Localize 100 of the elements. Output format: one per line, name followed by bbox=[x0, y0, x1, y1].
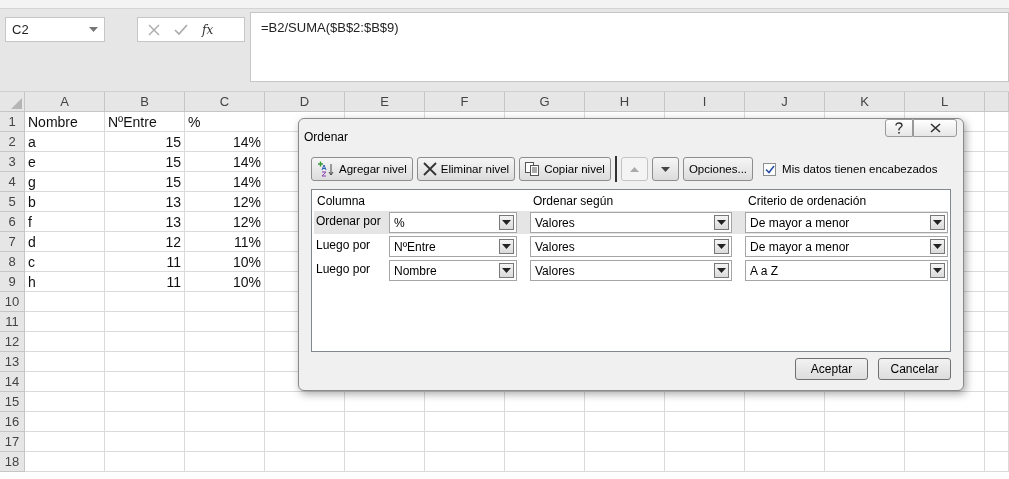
close-icon bbox=[929, 123, 941, 133]
table-cell: f bbox=[25, 212, 105, 232]
table-cell: 11 bbox=[105, 252, 185, 272]
table-cell: c bbox=[25, 252, 105, 272]
row-header[interactable]: 17 bbox=[0, 432, 25, 452]
column-heading: Columna bbox=[316, 194, 367, 209]
column-header[interactable]: G bbox=[505, 92, 585, 112]
dropdown-field[interactable]: Valores bbox=[530, 260, 732, 282]
caret-icon bbox=[502, 244, 511, 250]
toolbar-button[interactable]: Eliminar nivel bbox=[416, 157, 516, 182]
table-cell: e bbox=[25, 152, 105, 172]
table-cell: 14% bbox=[185, 172, 265, 192]
dialog-button[interactable]: Cancelar bbox=[878, 358, 951, 380]
column-header[interactable]: J bbox=[745, 92, 825, 112]
row-header[interactable]: 13 bbox=[0, 352, 25, 372]
row-header[interactable]: 18 bbox=[0, 452, 25, 472]
sort-level-row[interactable]: Ordenar por % Valores De mayor a menor bbox=[314, 211, 948, 235]
toolbar-button[interactable]: Agregar nivel bbox=[311, 157, 413, 182]
table-cell: g bbox=[25, 172, 105, 192]
column-header[interactable]: F bbox=[425, 92, 505, 112]
table-cell: 14% bbox=[185, 132, 265, 152]
dropdown-field[interactable]: De mayor a menor bbox=[745, 212, 948, 234]
column-header[interactable]: C bbox=[185, 92, 265, 112]
column-heading: Ordenar según bbox=[532, 194, 615, 209]
table-cell: Nombre bbox=[25, 112, 105, 132]
caret-icon bbox=[717, 268, 726, 274]
formula-field[interactable]: =B2/SUMA($B$2:$B$9) bbox=[250, 12, 1009, 82]
table-cell: 15 bbox=[105, 172, 185, 192]
dialog-title: Ordenar bbox=[304, 128, 349, 144]
row-header[interactable]: 6 bbox=[0, 212, 25, 232]
select-all-corner[interactable] bbox=[0, 92, 25, 112]
sort-level-row[interactable]: Luego por NºEntre Valores De mayor a menor bbox=[314, 235, 948, 259]
dropdown-field[interactable]: Valores bbox=[530, 236, 732, 258]
help-button[interactable] bbox=[885, 119, 913, 137]
help-icon bbox=[895, 122, 903, 134]
table-cell: 11 bbox=[105, 272, 185, 292]
sort-add-icon bbox=[317, 161, 335, 178]
caret-icon bbox=[717, 244, 726, 250]
dropdown-field[interactable]: A a Z bbox=[745, 260, 948, 282]
row-header[interactable]: 16 bbox=[0, 412, 25, 432]
column-header[interactable]: B bbox=[105, 92, 185, 112]
toolbar-button[interactable]: Copiar nivel bbox=[519, 157, 611, 182]
caret-icon bbox=[502, 220, 511, 226]
copy-icon bbox=[525, 162, 541, 177]
table-cell: d bbox=[25, 232, 105, 252]
caret-icon bbox=[717, 220, 726, 226]
dropdown-field[interactable]: NºEntre bbox=[389, 236, 517, 258]
row-header[interactable]: 3 bbox=[0, 152, 25, 172]
toolbar-button[interactable]: Opciones... bbox=[682, 157, 754, 182]
level-label: Luego por bbox=[315, 261, 372, 277]
table-cell: 12 bbox=[105, 232, 185, 252]
row-header[interactable]: 5 bbox=[0, 192, 25, 212]
table-cell: 13 bbox=[105, 192, 185, 212]
delete-x-icon bbox=[422, 162, 437, 177]
row-header[interactable]: 8 bbox=[0, 252, 25, 272]
move-down-button[interactable] bbox=[651, 157, 679, 182]
sort-level-row[interactable]: Luego por Nombre Valores A a Z bbox=[314, 259, 948, 283]
column-header[interactable]: H bbox=[585, 92, 665, 112]
row-header[interactable]: 2 bbox=[0, 132, 25, 152]
table-cell: NºEntre bbox=[105, 112, 185, 132]
column-header[interactable]: E bbox=[345, 92, 425, 112]
table-cell: 14% bbox=[185, 152, 265, 172]
up-triangle-icon bbox=[629, 166, 639, 172]
column-header[interactable]: I bbox=[665, 92, 745, 112]
name-box[interactable]: C2 bbox=[5, 17, 105, 42]
table-cell: b bbox=[25, 192, 105, 212]
table-cell: 10% bbox=[185, 272, 265, 292]
row-header[interactable]: 10 bbox=[0, 292, 25, 312]
caret-icon bbox=[933, 244, 942, 250]
table-cell: % bbox=[185, 112, 265, 132]
row-header[interactable]: 7 bbox=[0, 232, 25, 252]
column-header[interactable]: K bbox=[825, 92, 905, 112]
dropdown-field[interactable]: De mayor a menor bbox=[745, 236, 948, 258]
row-header[interactable]: 9 bbox=[0, 272, 25, 292]
column-header[interactable]: A bbox=[25, 92, 105, 112]
caret-icon bbox=[502, 268, 511, 274]
close-button[interactable] bbox=[913, 119, 957, 137]
dropdown-field[interactable]: Valores bbox=[530, 212, 732, 234]
dropdown-field[interactable]: % bbox=[389, 212, 517, 234]
row-header[interactable]: 4 bbox=[0, 172, 25, 192]
row-header[interactable]: 15 bbox=[0, 392, 25, 412]
table-cell: 10% bbox=[185, 252, 265, 272]
dropdown-field[interactable]: Nombre bbox=[389, 260, 517, 282]
level-label: Luego por bbox=[315, 237, 372, 253]
row-header[interactable]: 11 bbox=[0, 312, 25, 332]
column-header[interactable]: D bbox=[265, 92, 345, 112]
cancel-x-icon[interactable] bbox=[148, 23, 160, 36]
row-header[interactable]: 1 bbox=[0, 112, 25, 132]
table-cell: 13 bbox=[105, 212, 185, 232]
check-icon[interactable] bbox=[174, 23, 188, 36]
caret-icon bbox=[89, 27, 98, 32]
headers-checkbox[interactable]: Mis datos tienen encabezados bbox=[763, 162, 938, 176]
row-header[interactable]: 12 bbox=[0, 332, 25, 352]
insert-function-button[interactable]: fx bbox=[202, 22, 214, 37]
row-header[interactable]: 14 bbox=[0, 372, 25, 392]
corner-triangle-icon bbox=[11, 98, 22, 109]
down-triangle-icon bbox=[660, 166, 670, 172]
check-icon bbox=[764, 164, 775, 174]
dialog-button[interactable]: Aceptar bbox=[795, 358, 868, 380]
column-header[interactable]: L bbox=[905, 92, 985, 112]
